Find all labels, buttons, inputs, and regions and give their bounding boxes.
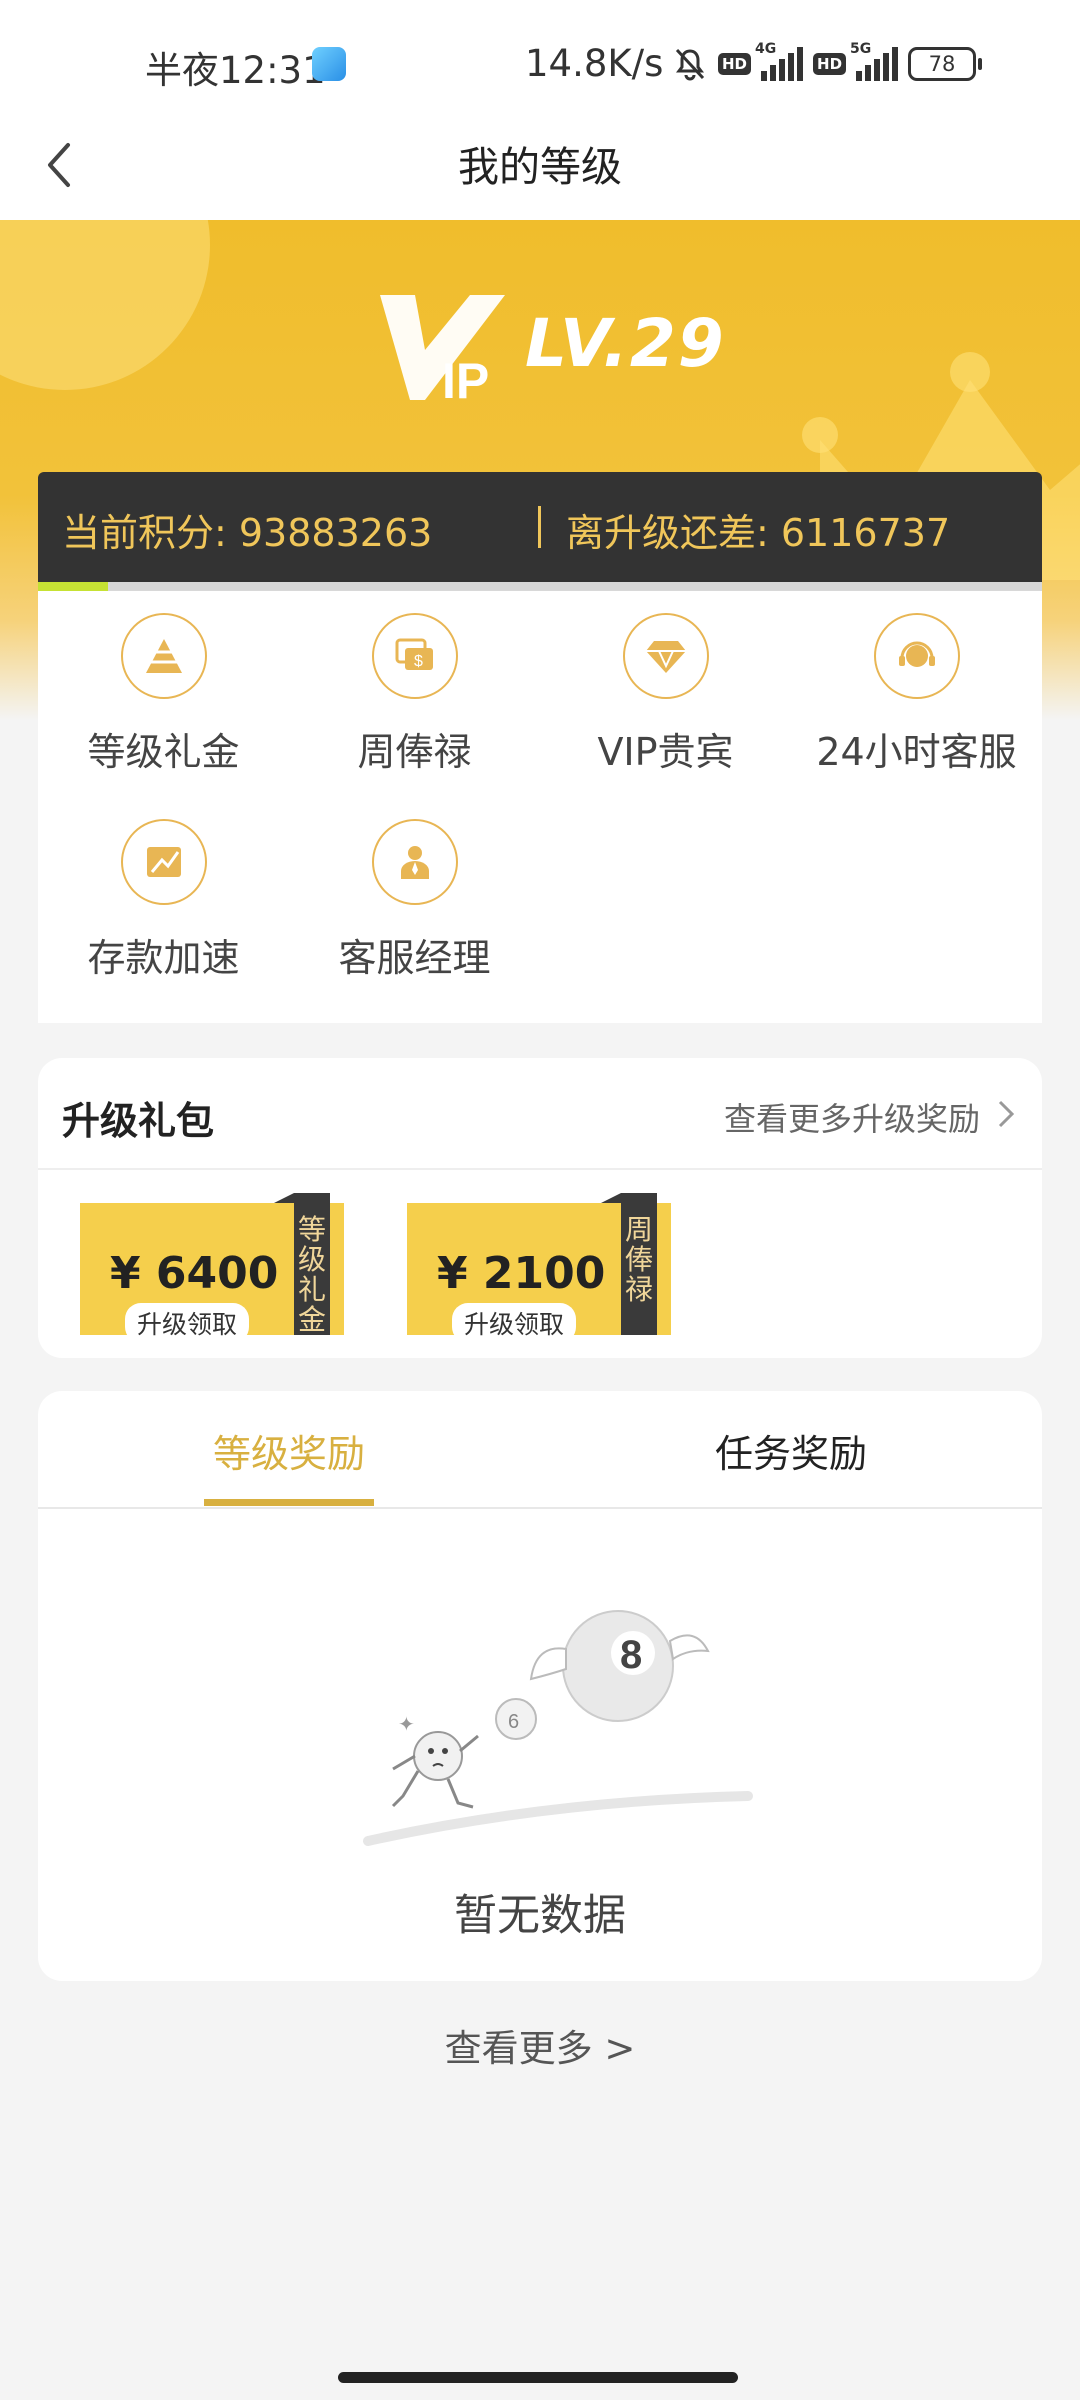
banner-decoration-circle xyxy=(0,220,210,390)
svg-text:✦: ✦ xyxy=(398,1712,415,1736)
privilege-label: 存款加速 xyxy=(87,936,240,980)
manager-icon xyxy=(371,819,458,905)
privilege-deposit-speedup[interactable]: 存款加速 xyxy=(38,819,289,982)
level-progress-bar xyxy=(38,582,1042,591)
chevron-right-icon[interactable] xyxy=(994,1096,1018,1132)
app-notification-icon xyxy=(312,47,346,81)
active-tab-indicator xyxy=(204,1499,374,1506)
hd-badge: HD xyxy=(718,53,752,75)
privilege-label: 等级礼金 xyxy=(87,730,240,774)
coupon-weekly-salary[interactable]: ¥ 2100 升级领取 周俸禄 xyxy=(407,1193,671,1343)
coupon-action: 升级领取 xyxy=(452,1303,577,1343)
privilege-account-manager[interactable]: 客服经理 xyxy=(289,819,540,982)
coupon-action: 升级领取 xyxy=(125,1303,250,1343)
empty-state-text: 暂无数据 xyxy=(454,1891,626,1941)
privilege-weekly-salary[interactable]: $ 周俸禄 xyxy=(289,613,540,776)
privilege-grid: 等级礼金 $ 周俸禄 VIP贵宾 24小时客服 存款加速 客服经理 xyxy=(38,591,1042,1023)
coupon-level-bonus[interactable]: ¥ 6400 升级领取 等级礼金 xyxy=(80,1193,344,1343)
pyramid-icon xyxy=(120,613,207,699)
points-bar: 当前积分: 93883263 离升级还差: 6116737 xyxy=(38,472,1042,582)
vip-logo-icon: IP xyxy=(380,295,505,409)
upgrade-gap: 离升级还差: 6116737 xyxy=(566,511,951,555)
battery-icon: 78 xyxy=(908,47,983,81)
privilege-level-bonus[interactable]: 等级礼金 xyxy=(38,613,289,776)
signal-4g-icon: 4G xyxy=(755,41,804,81)
net-type-label: 4G xyxy=(755,41,777,57)
upgrade-package-title: 升级礼包 xyxy=(62,1099,215,1143)
svg-text:IP: IP xyxy=(442,353,489,409)
status-net-speed: 14.8K/s xyxy=(525,42,664,85)
home-indicator[interactable] xyxy=(338,2372,738,2383)
money-icon: $ xyxy=(371,613,458,699)
svg-text:6: 6 xyxy=(508,1711,519,1733)
privilege-label: VIP贵宾 xyxy=(597,730,734,774)
mute-bell-icon xyxy=(675,48,705,81)
tab-task-rewards[interactable]: 任务奖励 xyxy=(540,1423,1042,1478)
privilege-customer-service[interactable]: 24小时客服 xyxy=(791,613,1042,776)
upgrade-package-header: 升级礼包 查看更多升级奖励 xyxy=(38,1058,1042,1170)
privilege-label: 24小时客服 xyxy=(816,730,1017,774)
rewards-card: 等级奖励 任务奖励 8 6 ✦ 暂无数据 xyxy=(38,1391,1042,1981)
status-bar: 半夜12:31 14.8K/s HD 4G HD 5G 78 xyxy=(0,0,1080,105)
diamond-icon xyxy=(622,613,709,699)
svg-text:8: 8 xyxy=(620,1633,642,1677)
coupon-type: 等级礼金 xyxy=(274,1193,330,1335)
speed-icon xyxy=(120,819,207,905)
progress-fill xyxy=(38,582,108,591)
page-title: 我的等级 xyxy=(458,143,622,191)
tab-level-rewards[interactable]: 等级奖励 xyxy=(38,1423,540,1478)
points-divider xyxy=(538,506,541,548)
nav-bar: 我的等级 xyxy=(0,105,1080,220)
coupon-type: 周俸禄 xyxy=(601,1193,657,1335)
vip-level: LV.29 xyxy=(525,305,726,382)
status-time: 半夜12:31 xyxy=(145,49,326,92)
privilege-vip-guest[interactable]: VIP贵宾 xyxy=(540,613,791,776)
headset-icon xyxy=(873,613,960,699)
hd-badge-2: HD xyxy=(813,53,847,75)
upgrade-package-card: 升级礼包 查看更多升级奖励 ¥ 6400 升级领取 等级礼金 ¥ 2100 升级… xyxy=(38,1058,1042,1358)
svg-text:$: $ xyxy=(414,653,423,670)
current-points: 当前积分: 93883263 xyxy=(62,511,433,555)
privilege-label: 周俸禄 xyxy=(357,730,472,774)
privilege-label: 客服经理 xyxy=(338,936,491,980)
more-upgrade-rewards-link[interactable]: 查看更多升级奖励 xyxy=(724,1094,980,1140)
coupon-amount: ¥ 2100 xyxy=(437,1248,606,1299)
signal-5g-icon: 5G xyxy=(850,41,899,81)
rewards-tabs: 等级奖励 任务奖励 xyxy=(38,1391,1042,1509)
coupon-amount: ¥ 6400 xyxy=(110,1248,279,1299)
see-more-link[interactable]: 查看更多 > xyxy=(0,2018,1080,2072)
net-type-label-2: 5G xyxy=(850,41,872,57)
status-icons: HD 4G HD 5G 78 xyxy=(672,41,983,84)
empty-state-illustration-icon: 8 6 ✦ xyxy=(363,1610,753,1846)
